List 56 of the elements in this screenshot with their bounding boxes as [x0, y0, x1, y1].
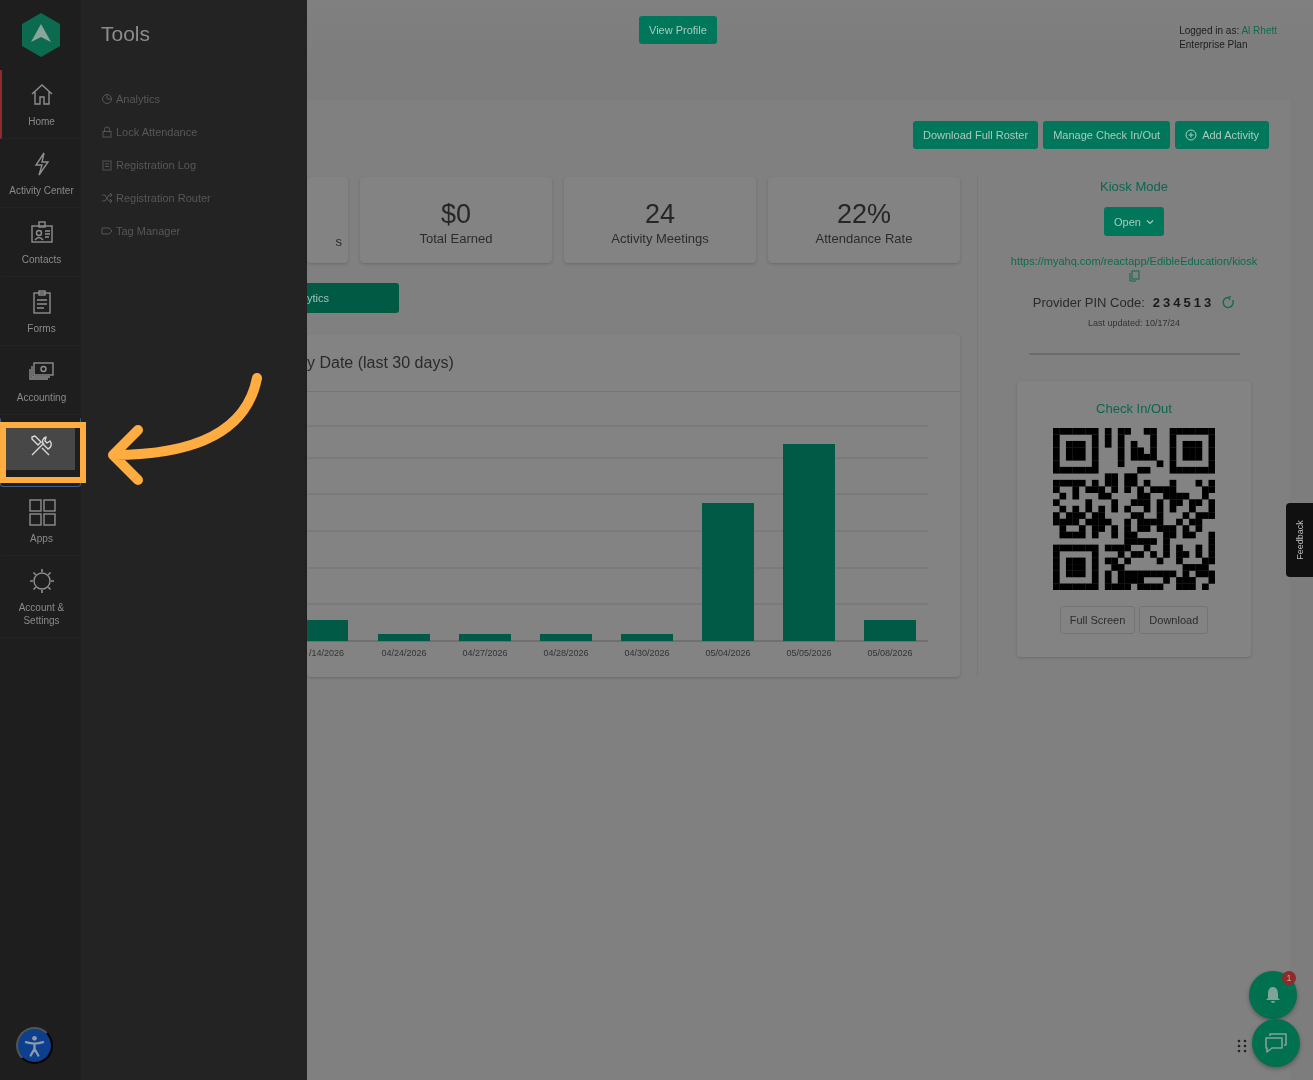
action-button[interactable]: Download Full Roster — [912, 121, 1039, 149]
stat-label: Activity Meetings — [611, 230, 709, 246]
axis-label: 04/30/2026 — [624, 648, 670, 658]
drag-handle-icon[interactable] — [1237, 1039, 1247, 1054]
gear-icon — [27, 567, 56, 595]
stat-value: 24 — [644, 198, 675, 229]
stat-label: s — [335, 233, 342, 249]
stat-label: Total Earned — [419, 230, 493, 246]
chart-bar — [307, 620, 348, 641]
stat-value: 22% — [836, 198, 891, 229]
tag-icon — [101, 224, 113, 237]
panel-title: Tools — [101, 22, 152, 46]
axis-label: /14/2026 — [309, 648, 345, 658]
axis-label: 04/24/2026 — [381, 648, 427, 658]
pie-chart-icon — [101, 92, 113, 105]
last-updated: Last updated: 10/17/24 — [1087, 318, 1181, 328]
axis-label: 04/27/2026 — [462, 648, 508, 658]
axis-label: 05/04/2026 — [705, 648, 751, 658]
plan-label: Enterprise Plan — [1179, 38, 1249, 52]
pin-code: 234513 — [1152, 295, 1215, 310]
login-status: Logged in as: Al Rhett — [1179, 24, 1277, 38]
qr-button[interactable]: Download — [1139, 606, 1209, 634]
open-dropdown[interactable]: Open — [1104, 207, 1164, 236]
notification-badge: 1 — [1282, 971, 1296, 985]
qr-button[interactable]: Full Screen — [1059, 606, 1136, 634]
stat-value: $0 — [440, 198, 471, 229]
axis-label: 04/28/2026 — [543, 648, 589, 658]
chart-bar — [621, 634, 673, 641]
refresh-icon[interactable] — [1222, 296, 1236, 309]
chart-bar — [540, 634, 592, 641]
qr-title: Check In/Out — [1096, 401, 1172, 416]
view-profile-button[interactable]: View Profile — [639, 16, 717, 44]
chart-bar — [864, 620, 916, 641]
axis-label: 05/05/2026 — [786, 648, 832, 658]
grid-icon — [27, 498, 56, 526]
stat-label: Attendance Rate — [815, 230, 913, 246]
chat-icon — [1264, 1032, 1288, 1054]
action-button[interactable]: Manage Check In/Out — [1043, 121, 1171, 149]
caret-icon — [1145, 218, 1154, 225]
plus-circle-icon — [1185, 129, 1198, 141]
logo-icon — [19, 11, 62, 59]
action-button[interactable]: Add Activity — [1175, 121, 1269, 149]
accessibility-icon — [24, 1033, 45, 1058]
bell-icon — [1264, 985, 1282, 1005]
accessibility-button[interactable] — [16, 1027, 53, 1064]
feedback-tab[interactable]: Feedback — [1286, 503, 1313, 577]
clipboard-icon — [101, 158, 113, 171]
kiosk-title: Kiosk Mode — [1100, 179, 1168, 194]
chart-bar — [459, 634, 511, 641]
lock-icon — [101, 125, 113, 138]
pin-label: Provider PIN Code: — [1032, 295, 1145, 310]
chart-title: y Date (last 30 days) — [307, 353, 454, 372]
chart-bar — [378, 634, 430, 641]
axis-label: 05/08/2026 — [867, 648, 913, 658]
shuffle-icon — [101, 191, 113, 204]
analytics-button[interactable]: ytics — [307, 283, 399, 313]
